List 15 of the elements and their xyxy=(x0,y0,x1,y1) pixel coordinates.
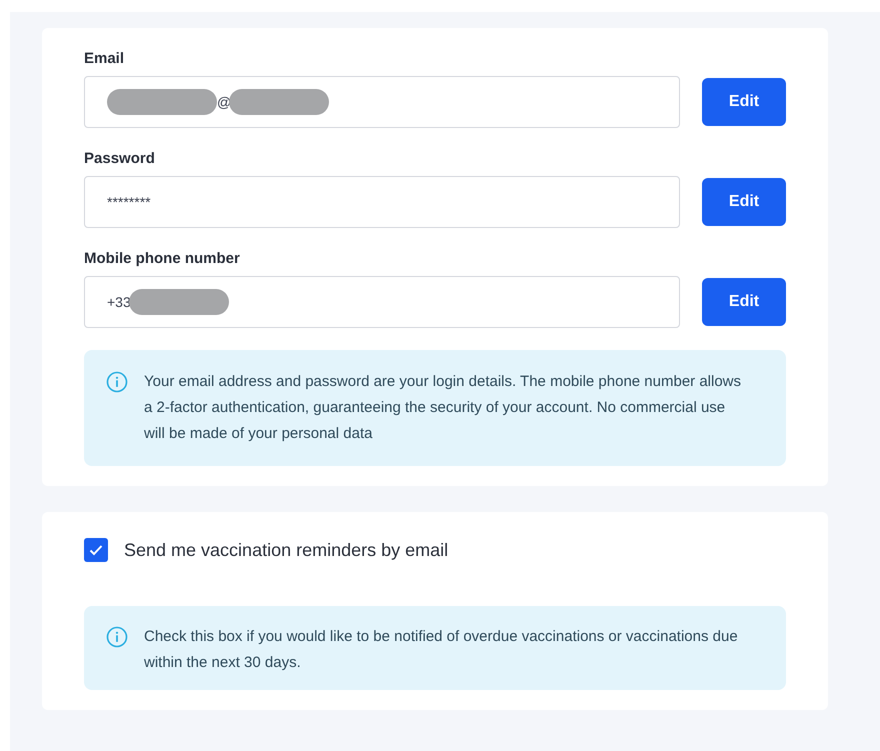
field-label: Password xyxy=(84,150,156,167)
edit-button[interactable]: Edit xyxy=(702,278,786,326)
edit-button[interactable]: Edit xyxy=(702,78,786,126)
input-field[interactable]: ******** xyxy=(84,176,680,228)
field-label: Mobile phone number xyxy=(84,250,241,267)
input-field[interactable]: @ xyxy=(84,76,680,128)
checkbox[interactable] xyxy=(84,538,108,562)
edit-button[interactable]: Edit xyxy=(702,178,786,226)
checkbox-label: Send me vaccination reminders by email xyxy=(124,540,448,560)
info-icon xyxy=(106,626,128,648)
info-text: Check this box if you would like to be notified of overdue vaccinations or vaccinations due within the next 30 days. xyxy=(144,627,739,673)
info-icon xyxy=(106,371,128,393)
input-field[interactable]: +33 xyxy=(84,276,680,328)
field-label: Email xyxy=(84,50,126,67)
info-text: Your email address and password are your login details. The mobile phone number allows a 2-factor authentication, guaranteeing the security of your account. No commercial use will be made of your personal data xyxy=(144,372,742,444)
